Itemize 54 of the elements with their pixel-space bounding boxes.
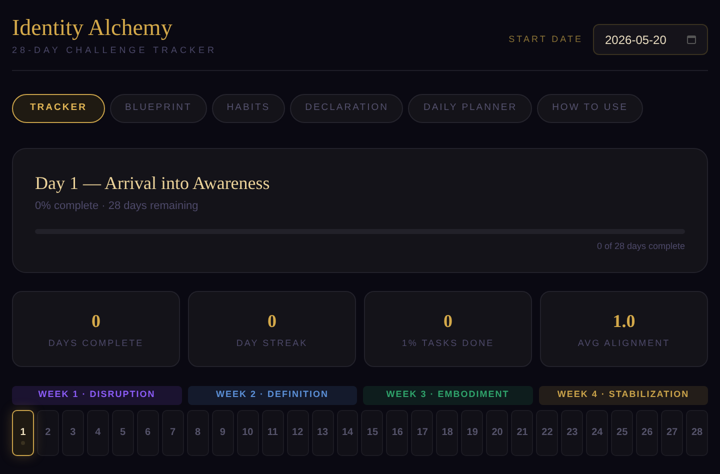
stat-value: 0 — [268, 310, 276, 332]
week-label: WEEK 3 · EMBODIMENT — [386, 388, 510, 402]
day-cell[interactable]: 24 — [586, 410, 608, 456]
date-field[interactable]: 2026-05-20 — [593, 24, 708, 55]
stat-label: AVG ALIGNMENT — [578, 336, 670, 350]
progress-reading: 0 of 28 days complete — [596, 240, 685, 253]
day-summary: 0% complete · 28 days remaining — [35, 198, 198, 214]
day-cell[interactable]: 17 — [411, 410, 434, 456]
nav-tab[interactable]: HOW TO USE — [537, 94, 643, 122]
day-cell[interactable]: 14 — [336, 410, 358, 456]
stat-label: DAYS COMPLETE — [48, 336, 144, 350]
day-cell[interactable]: 27 — [661, 410, 684, 456]
day-cell[interactable]: 19 — [461, 410, 484, 456]
day-cell[interactable]: 25 — [611, 410, 634, 456]
stat-label: DAY STREAK — [236, 336, 308, 350]
day-cell[interactable]: 16 — [386, 410, 408, 456]
day-cell[interactable]: 7 — [162, 410, 184, 456]
day-cell[interactable]: 28 — [686, 410, 708, 456]
calendar-icon[interactable] — [687, 35, 696, 44]
stat-value: 0 — [444, 310, 452, 332]
day-cell[interactable]: 15 — [361, 410, 384, 456]
start-date-label: START DATE — [508, 32, 583, 46]
day-cell[interactable]: 21 — [511, 410, 534, 456]
day-cell[interactable]: 1 — [12, 410, 34, 456]
week-label: WEEK 2 · DEFINITION — [216, 388, 328, 402]
day-cell[interactable]: 22 — [536, 410, 558, 456]
day-cell[interactable]: 23 — [561, 410, 584, 456]
day-cell[interactable]: 2 — [36, 410, 59, 456]
stat-label: 1% TASKS DONE — [402, 336, 494, 350]
day-cell[interactable]: 20 — [486, 410, 508, 456]
day-cell[interactable]: 8 — [186, 410, 209, 456]
nav-tab[interactable]: DECLARATION — [290, 94, 404, 122]
nav-tab[interactable]: DAILY PLANNER — [408, 94, 532, 122]
day-cell[interactable]: 4 — [86, 410, 109, 456]
nav-tab[interactable]: BLUEPRINT — [110, 94, 207, 122]
day-cell[interactable]: 9 — [212, 410, 234, 456]
day-cell[interactable]: 18 — [436, 410, 458, 456]
day-cell[interactable]: 5 — [112, 410, 134, 456]
day-cell[interactable]: 11 — [262, 410, 284, 456]
stat-value: 1.0 — [612, 310, 636, 332]
nav-tab[interactable]: TRACKER — [12, 94, 105, 122]
stat-value: 0 — [92, 310, 100, 332]
day-cell[interactable]: 6 — [136, 410, 159, 456]
day-cell[interactable]: 26 — [636, 410, 658, 456]
day-cell[interactable]: 13 — [312, 410, 334, 456]
week-label: WEEK 1 · DISRUPTION — [38, 388, 156, 402]
app-title: Identity Alchemy — [12, 14, 174, 42]
day-title: Day 1 — Arrival into Awareness — [35, 172, 270, 194]
day-cell[interactable]: 12 — [286, 410, 309, 456]
day-cell[interactable]: 10 — [236, 410, 259, 456]
week-label: WEEK 4 · STABILIZATION — [557, 388, 690, 402]
day-cell[interactable]: 3 — [62, 410, 84, 456]
nav-tab[interactable]: HABITS — [212, 94, 286, 122]
app-subtitle: 28-DAY CHALLENGE TRACKER — [12, 44, 218, 57]
